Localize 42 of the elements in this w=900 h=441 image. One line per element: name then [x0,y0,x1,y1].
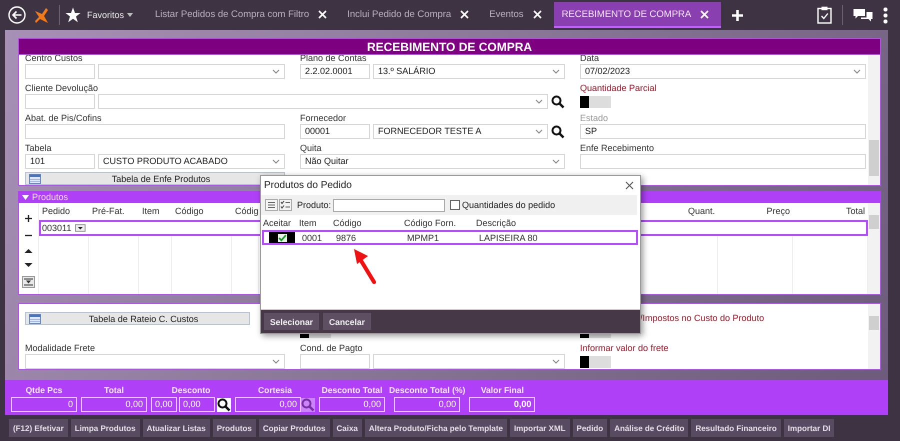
table-cell-text: MPMP1 [406,232,440,242]
field-label: Fornecedor [300,112,348,124]
table-cell-text: LAPISEIRA 80 [478,232,539,242]
table-cell: 003011 [39,222,89,234]
field-label: Informar valor do frete [580,342,670,354]
total-label: Qtde Pcs [26,385,62,395]
field-label: Enfe Recebimento [580,142,656,154]
field-label: /Impostos no Custo do Produto [640,312,766,324]
column-header: Descrição [475,218,518,228]
field-label: Produto: [297,200,332,210]
field-label: Quita [300,142,323,154]
column-header: Aceitar [262,218,292,228]
field-label: Cliente Devolução [25,82,100,94]
column-header: Quant. [686,205,716,218]
total-label: Desconto Total (%) [389,385,466,395]
column-header: Pré-Fat. [91,205,126,218]
column-header: Código [332,218,363,228]
column-header: Código Forn. [403,218,458,228]
column-header: Item [298,218,318,228]
field-label: Centro Custos [25,55,84,64]
column-header: Preço [765,205,791,218]
column-header: Códig [234,205,259,218]
column-header: Código [174,205,205,218]
table-cell-text: 0001 [301,232,324,242]
column-header: Pedido [41,205,72,218]
table-cell-text: 9876 [335,232,358,242]
total-label: Cortesia [258,385,292,395]
field-label: Cond. de Pagto [300,342,364,354]
column-header: Total [844,205,866,218]
checkbox-label: Quantidades do pedido [462,200,556,210]
field-label: Modalidade Frete [25,342,96,354]
total-label: Valor Final [480,385,524,395]
field-label: Quantidade Parcial [580,82,658,94]
field-label: Data [580,55,600,64]
total-label: Total [104,385,124,395]
field-label: Abat. de Pis/Cofins [25,112,103,124]
page-title: RECEBIMENTO DE COMPRA [18,38,881,55]
total-label: Desconto [172,385,210,395]
field-label: Estado [580,112,610,124]
total-label: Desconto Total [322,385,382,395]
column-header: Item [141,205,161,218]
field-label: Tabela [25,142,53,154]
